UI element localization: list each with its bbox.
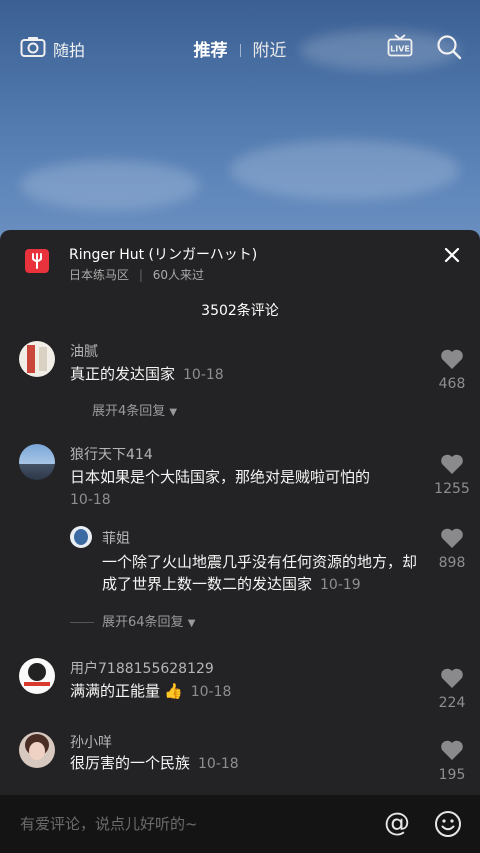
chevron-down-icon: ▼: [169, 407, 178, 418]
comment-body: 日本如果是个大陆国家，那绝对是贼啦可怕的: [70, 468, 371, 486]
avatar[interactable]: [19, 658, 55, 694]
comment-body: 真正的发达国家: [70, 365, 176, 383]
comment-item: 孙小咩 很厉害的一个民族 10-18 195: [0, 729, 480, 795]
shop-subtitle: 日本练马区 | 60人来过: [69, 268, 204, 282]
thumbs-up-emoji-icon: 👍: [164, 682, 183, 700]
like-button[interactable]: 898: [432, 527, 472, 571]
fork-icon: [32, 253, 42, 269]
comment-input-bar: 有爱评论，说点儿好听的~ @: [0, 795, 480, 853]
comment-time: 10-18: [183, 367, 224, 383]
comment-time: 10-18: [198, 756, 239, 772]
reply-body: 一个除了火山地震几乎没有任何资源的地方，却成了世界上数一数二的发达国家: [102, 553, 418, 593]
comment-time: 10-18: [70, 492, 111, 508]
shop-logo: [25, 249, 49, 273]
comment-input[interactable]: 有爱评论，说点儿好听的~: [20, 813, 198, 834]
like-button[interactable]: 195: [432, 739, 472, 783]
comment-text: 真正的发达国家 10-18: [70, 363, 224, 386]
comment-username[interactable]: 孙小咩: [70, 732, 112, 752]
like-button[interactable]: 1255: [432, 453, 472, 497]
reply-username[interactable]: 菲姐: [102, 528, 130, 548]
reply-time: 10-19: [320, 577, 361, 593]
comment-text: 日本如果是个大陆国家，那绝对是贼啦可怕的 10-18: [70, 466, 410, 511]
divider: [70, 622, 94, 623]
close-icon[interactable]: [443, 246, 461, 264]
like-count: 1255: [434, 481, 470, 497]
comment-item: 用户7188155628129 满满的正能量 👍 10-18 224: [0, 655, 480, 725]
comment-body: 很厉害的一个民族: [70, 754, 191, 772]
heart-icon: [441, 454, 463, 474]
expand-label: 展开4条回复: [92, 404, 166, 419]
avatar[interactable]: [19, 732, 55, 768]
comment-body: 满满的正能量: [70, 682, 161, 700]
panel-header: Ringer Hut (リンガーハット) 日本练马区 | 60人来过: [0, 230, 480, 290]
comment-username[interactable]: 用户7188155628129: [70, 658, 214, 678]
expand-replies[interactable]: 展开64条回复 ▼: [70, 611, 195, 630]
avatar[interactable]: [19, 341, 55, 377]
heart-icon: [441, 668, 463, 688]
tab-divider: [239, 44, 241, 57]
shop-visitors: 60人来过: [152, 268, 204, 282]
like-count: 468: [438, 376, 466, 392]
avatar[interactable]: [19, 444, 55, 480]
shop-name[interactable]: Ringer Hut (リンガーハット): [69, 244, 257, 264]
heart-icon: [441, 740, 463, 760]
like-count: 195: [438, 767, 466, 783]
heart-icon: [441, 528, 463, 548]
emoji-icon[interactable]: [434, 810, 462, 838]
comment-text: 很厉害的一个民族 10-18: [70, 752, 239, 775]
comment-text: 满满的正能量 👍 10-18: [70, 680, 231, 703]
reply-avatar[interactable]: [70, 526, 92, 548]
expand-label: 展开64条回复: [102, 615, 184, 630]
reply-text: 一个除了火山地震几乎没有任何资源的地方，却成了世界上数一数二的发达国家 10-19: [102, 551, 422, 596]
comment-item: 狼行天下414 日本如果是个大陆国家，那绝对是贼啦可怕的 10-18 1255 菲…: [0, 441, 480, 641]
svg-text:LIVE: LIVE: [390, 45, 410, 54]
expand-replies[interactable]: 展开4条回复 ▼: [92, 400, 177, 419]
like-button[interactable]: 224: [432, 667, 472, 711]
top-bar: 随拍 推荐 附近 LIVE: [0, 28, 480, 68]
like-button[interactable]: 468: [432, 348, 472, 392]
search-icon[interactable]: [436, 34, 462, 60]
shop-location: 日本练马区: [69, 268, 130, 282]
comment-time: 10-18: [190, 684, 232, 700]
tab-nearby[interactable]: 附近: [253, 41, 287, 61]
comment-username[interactable]: 油腻: [70, 341, 98, 361]
heart-icon: [441, 349, 463, 369]
comment-count: 3502条评论: [201, 303, 279, 319]
live-tv-icon[interactable]: LIVE: [387, 33, 413, 59]
chevron-down-icon: ▼: [187, 618, 196, 629]
tab-recommend[interactable]: 推荐: [194, 41, 228, 61]
mention-button[interactable]: @: [384, 808, 410, 838]
like-count: 898: [438, 555, 466, 571]
comment-username[interactable]: 狼行天下414: [70, 444, 153, 464]
like-count: 224: [438, 695, 466, 711]
comment-item: 油腻 真正的发达国家 10-18 468 展开4条回复 ▼: [0, 338, 480, 428]
